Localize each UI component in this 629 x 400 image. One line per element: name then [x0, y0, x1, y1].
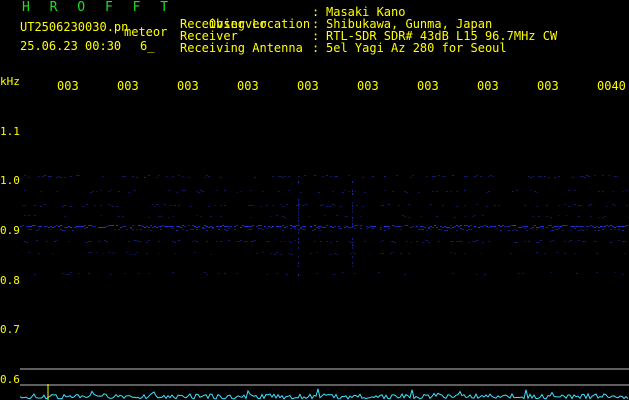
spectrogram-plot — [20, 175, 629, 400]
x-tick-label: 003 — [237, 80, 259, 92]
hrofft-screen: H R O F F T UT2506230030.pn meteor 25.06… — [0, 0, 629, 400]
x-tick-label: 003 — [417, 80, 439, 92]
x-tick-label: 0040 — [597, 80, 626, 92]
y-tick-label: 1.0 — [0, 174, 20, 187]
file-name: UT2506230030.pn — [20, 20, 129, 34]
y-tick-label: 1.1 — [0, 125, 20, 138]
y-tick-label: 0.9 — [0, 224, 20, 237]
y-tick-label: 0.6 — [0, 373, 20, 386]
timestamp: 25.06.23 00:30 — [20, 39, 122, 53]
antenna-label: Receiving Antenna — [180, 41, 303, 55]
antenna-sep: : — [312, 41, 320, 55]
y-tick-label: 0.7 — [0, 323, 20, 336]
x-tick-label: 003 — [177, 80, 199, 92]
x-tick-label: 003 — [57, 80, 79, 92]
mode-label: meteor — [124, 25, 168, 39]
x-tick-label: 003 — [117, 80, 139, 92]
x-tick-label: 003 — [477, 80, 499, 92]
count-value: 6_ — [140, 39, 155, 53]
x-tick-label: 003 — [297, 80, 319, 92]
y-tick-label: 0.8 — [0, 274, 20, 287]
x-tick-label: 003 — [357, 80, 379, 92]
app-title: H R O F F T — [22, 0, 175, 15]
y-axis-unit: kHz — [0, 75, 20, 88]
x-tick-label: 003 — [537, 80, 559, 92]
power-spectrum-trace — [20, 384, 629, 400]
antenna-value: 5el Yagi Az 280 for Seoul — [326, 41, 507, 55]
signal-noise-layer — [20, 175, 629, 276]
